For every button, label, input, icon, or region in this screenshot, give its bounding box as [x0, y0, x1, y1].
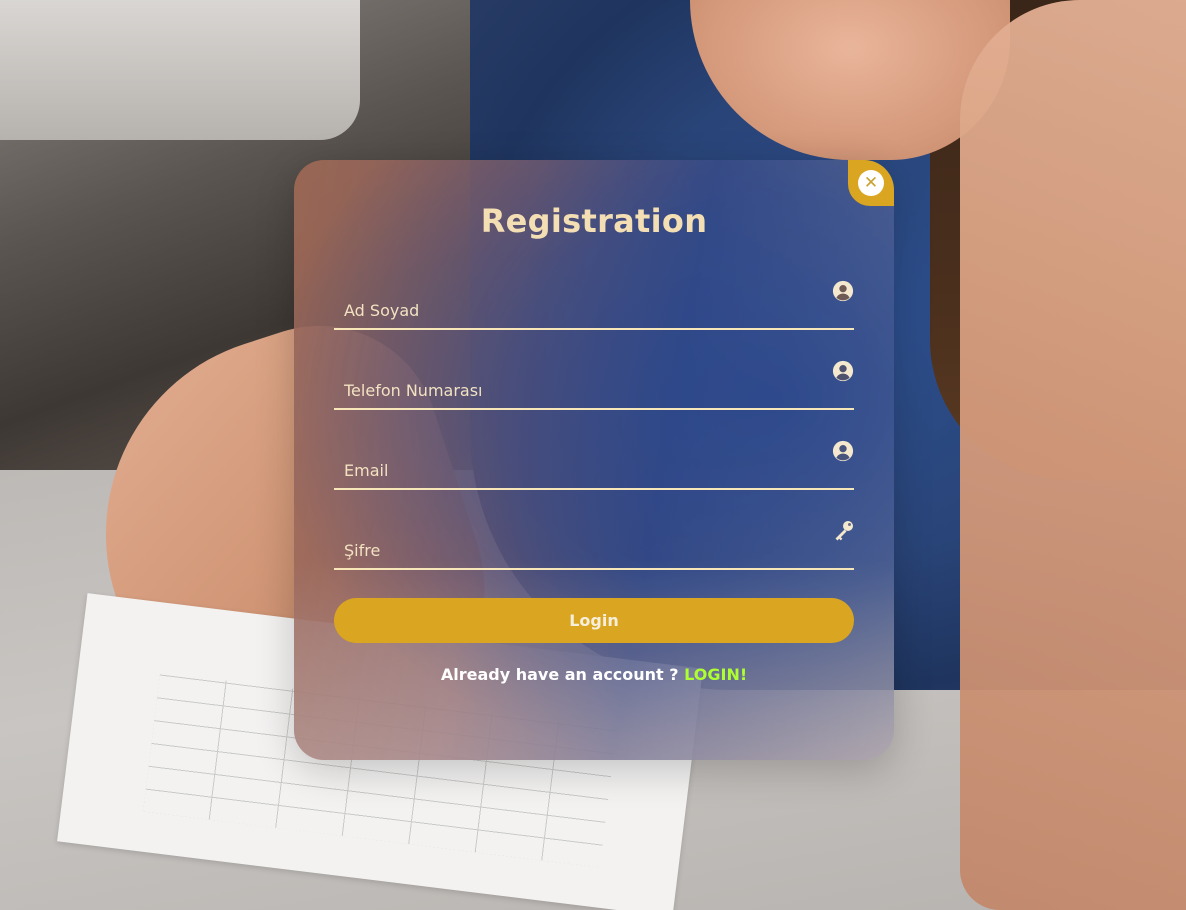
- page-background: ✕ Registration Ad Soyad Telefon Numarası…: [0, 0, 1186, 910]
- login-button[interactable]: Login: [334, 598, 854, 643]
- full-name-input[interactable]: [334, 280, 814, 328]
- close-tab: ✕: [848, 160, 894, 206]
- password-input[interactable]: [334, 520, 814, 568]
- email-field: [334, 440, 854, 490]
- email-input[interactable]: [334, 440, 814, 488]
- background-arm: [960, 0, 1186, 910]
- password-field: [334, 520, 854, 570]
- key-icon: [835, 521, 853, 541]
- phone-number-field: [334, 360, 854, 410]
- switch-prompt: Already have an account ?: [440, 665, 679, 684]
- phone-number-input[interactable]: [334, 360, 814, 408]
- background-shelf: [0, 0, 360, 140]
- full-name-field: [334, 280, 854, 330]
- form-title: Registration: [480, 202, 708, 240]
- registration-modal: ✕ Registration Ad Soyad Telefon Numarası…: [294, 160, 894, 760]
- user-circle-icon: [832, 360, 854, 382]
- close-icon[interactable]: ✕: [858, 170, 884, 196]
- switch-account-line: Already have an account ? LOGIN!: [294, 665, 894, 684]
- user-circle-icon: [832, 440, 854, 462]
- user-circle-icon: [832, 280, 854, 302]
- login-link[interactable]: LOGIN!: [684, 665, 747, 684]
